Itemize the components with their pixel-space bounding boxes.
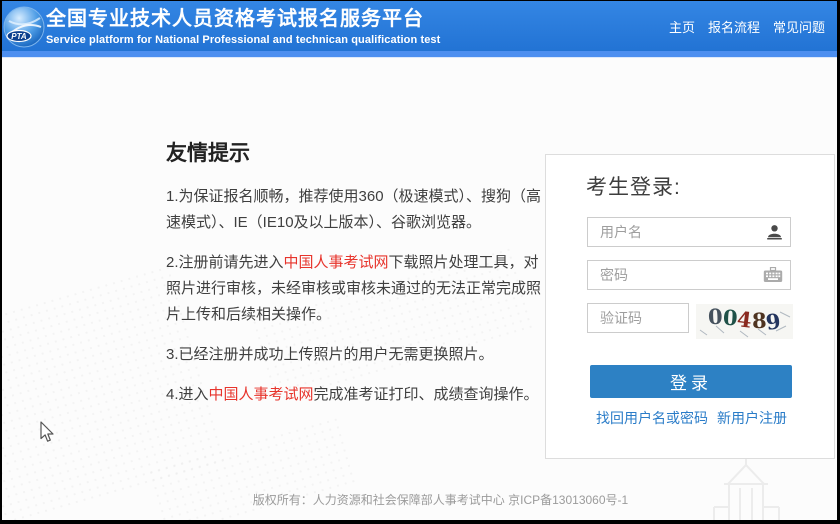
username-input[interactable]: [587, 217, 791, 247]
cpta-site-link[interactable]: 中国人事考试网: [209, 386, 314, 403]
username-field-wrap: [587, 217, 791, 247]
captcha-input[interactable]: [587, 303, 689, 333]
login-button[interactable]: 登录: [590, 365, 792, 398]
password-field-wrap: [587, 260, 791, 290]
site-subtitle: Service platform for National Profession…: [46, 34, 440, 46]
header: PTA 全国专业技术人员资格考试报名服务平台 Service platform …: [2, 1, 837, 51]
site-title: 全国专业技术人员资格考试报名服务平台: [46, 6, 440, 32]
password-input[interactable]: [587, 260, 791, 290]
site-titles: 全国专业技术人员资格考试报名服务平台 Service platform for …: [46, 6, 440, 46]
captcha-field-wrap: [587, 303, 689, 333]
page: PTA 全国专业技术人员资格考试报名服务平台 Service platform …: [0, 0, 840, 524]
new-user-register-link[interactable]: 新用户注册: [717, 408, 787, 428]
building-watermark-icon: [699, 453, 794, 524]
copyright-text: 版权所有：人力资源和社会保障部人事考试中心 京ICP备13013060号-1: [253, 493, 628, 507]
header-accent-strip: [2, 51, 837, 58]
nav-home[interactable]: 主页: [669, 17, 695, 36]
mouse-cursor-icon: [38, 421, 54, 448]
svg-text:PTA: PTA: [11, 32, 27, 41]
captcha-image[interactable]: 0 0 4 8 9: [696, 304, 793, 339]
tip-item-4: 4.进入中国人事考试网完成准考证打印、成绩查询操作。: [166, 382, 552, 408]
footer: 版权所有：人力资源和社会保障部人事考试中心 京ICP备13013060号-1: [2, 491, 837, 508]
nav-registration-process[interactable]: 报名流程: [708, 17, 760, 36]
pta-logo-icon: PTA: [3, 5, 47, 49]
forgot-credentials-link[interactable]: 找回用户名或密码: [596, 408, 708, 428]
tip-item-1: 1.为保证报名顺畅，推荐使用360（极速模式）、搜狗（高速模式）、IE（IE10…: [166, 184, 552, 236]
candidate-login-panel: 考生登录:: [545, 154, 835, 459]
captcha-noise-lines: [696, 304, 793, 339]
login-heading: 考生登录:: [586, 171, 681, 201]
tips-heading: 友情提示: [166, 137, 552, 167]
cpta-site-link[interactable]: 中国人事考试网: [284, 254, 389, 271]
friendly-tips-section: 友情提示 1.为保证报名顺畅，推荐使用360（极速模式）、搜狗（高速模式）、IE…: [166, 137, 552, 422]
tip-item-2: 2.注册前请先进入中国人事考试网下载照片处理工具，对照片进行审核，未经审核或审核…: [166, 250, 552, 328]
nav-faq[interactable]: 常见问题: [773, 17, 825, 36]
top-nav: 主页 报名流程 常见问题: [669, 1, 825, 51]
tip-item-3: 3.已经注册并成功上传照片的用户无需更换照片。: [166, 342, 552, 368]
